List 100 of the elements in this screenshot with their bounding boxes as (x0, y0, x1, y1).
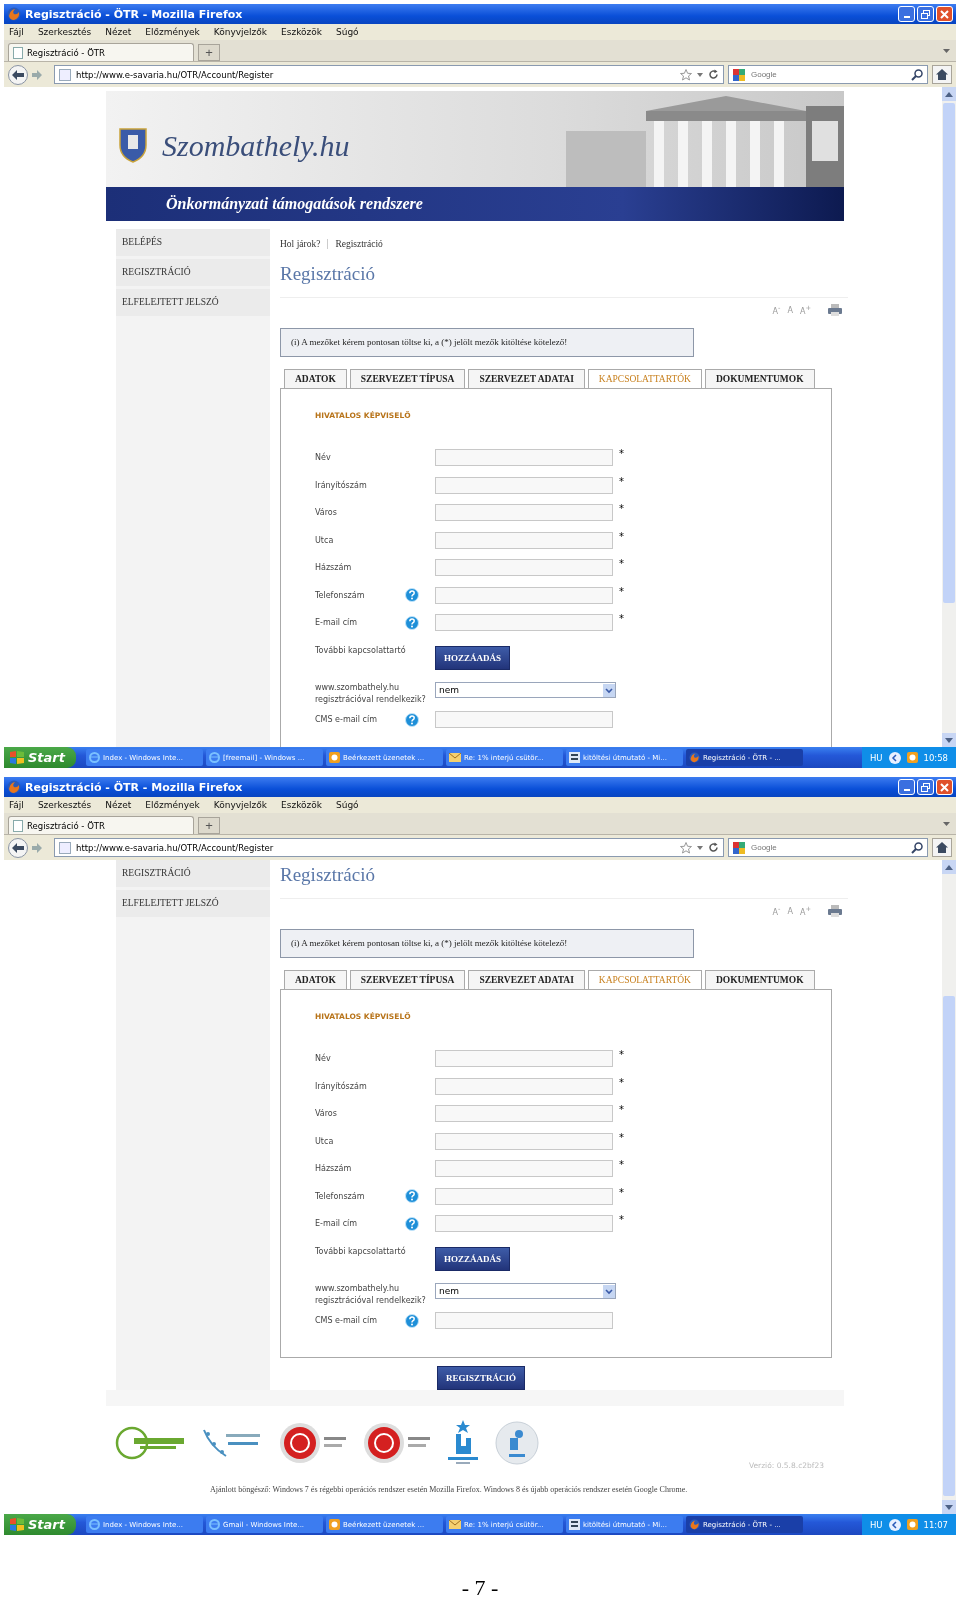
dropdown-icon[interactable] (697, 845, 703, 850)
scroll-down-icon[interactable] (945, 737, 953, 743)
browser-tab[interactable]: Regisztráció - ÖTR (8, 43, 194, 61)
back-button[interactable] (8, 837, 28, 858)
sidebar-item[interactable]: ELFELEJTETT JELSZÓ (116, 890, 270, 917)
text-field[interactable] (435, 1160, 613, 1177)
text-field[interactable] (435, 586, 613, 604)
scroll-up-icon[interactable] (945, 91, 953, 97)
tray-app-icon[interactable] (906, 752, 918, 763)
text-field[interactable] (435, 1187, 613, 1205)
scroll-thumb[interactable] (943, 103, 955, 603)
star-icon[interactable] (680, 841, 692, 854)
menu-item[interactable]: Könyvjelzők (213, 800, 268, 810)
sidebar-item[interactable]: REGISZTRÁCIÓ (116, 259, 270, 286)
address-bar[interactable]: http://www.e-savaria.hu/OTR/Account/Register (54, 65, 724, 84)
menu-item[interactable]: Eszközök (281, 800, 322, 810)
tray-app-icon[interactable] (906, 1519, 918, 1530)
dropdown-icon[interactable] (603, 683, 615, 697)
star-icon[interactable] (680, 68, 692, 81)
start-button[interactable]: Start (4, 1514, 76, 1535)
search-engine-icon[interactable] (733, 841, 747, 854)
new-tab-button[interactable]: + (198, 817, 220, 834)
menu-item[interactable]: Súgó (336, 27, 359, 37)
add-button[interactable]: HOZZÁADÁS (435, 1247, 510, 1271)
scrollbar[interactable] (942, 860, 956, 1514)
text-field[interactable] (435, 614, 613, 631)
scroll-thumb[interactable] (943, 996, 955, 1496)
browser-tab[interactable]: Regisztráció - ÖTR (8, 816, 194, 834)
home-button[interactable] (932, 838, 952, 857)
start-button[interactable]: Start (4, 747, 76, 768)
form-tab[interactable]: DOKUMENTUMOK (704, 369, 815, 388)
form-tab[interactable]: SZERVEZET TÍPUSA (349, 369, 466, 388)
back-button[interactable] (8, 64, 28, 85)
menu-item[interactable]: Szerkesztés (37, 800, 92, 810)
form-tab[interactable]: ADATOK (284, 970, 347, 989)
menu-item[interactable]: Előzmények (145, 27, 200, 37)
forward-icon[interactable] (32, 69, 42, 80)
sidebar-item[interactable]: ELFELEJTETT JELSZÓ (116, 289, 270, 316)
text-field[interactable] (435, 504, 613, 521)
help-icon[interactable] (405, 1189, 419, 1203)
maximize-button[interactable] (917, 6, 934, 22)
print-icon[interactable] (828, 304, 842, 316)
new-tab-button[interactable]: + (198, 44, 220, 61)
text-field[interactable] (435, 1215, 613, 1232)
print-icon[interactable] (828, 905, 842, 917)
help-icon[interactable] (405, 1313, 419, 1328)
menu-item[interactable]: Nézet (105, 800, 132, 810)
add-button[interactable]: HOZZÁADÁS (435, 646, 510, 670)
text-field[interactable] (435, 1312, 613, 1329)
close-button[interactable] (936, 6, 953, 22)
tab-list-icon[interactable] (943, 49, 950, 53)
menu-item[interactable]: Könyvjelzők (213, 27, 268, 37)
text-field[interactable] (435, 476, 613, 494)
text-field[interactable] (435, 449, 613, 466)
submit-button[interactable]: REGISZTRÁCIÓ (437, 1365, 526, 1390)
help-icon[interactable] (405, 588, 419, 602)
expand-tray-icon[interactable] (888, 751, 901, 764)
minimize-button[interactable] (898, 6, 915, 22)
search-icon[interactable] (911, 68, 923, 81)
tab-list-icon[interactable] (943, 822, 950, 826)
text-field[interactable] (435, 531, 613, 549)
search-engine-icon[interactable] (733, 68, 747, 81)
reload-icon[interactable] (708, 69, 719, 80)
site-logo[interactable]: Szombathely.hu (162, 129, 350, 163)
reload-icon[interactable] (708, 842, 719, 853)
form-tab[interactable]: DOKUMENTUMOK (704, 970, 815, 989)
form-tab[interactable]: ADATOK (284, 369, 347, 388)
help-icon[interactable] (405, 615, 419, 630)
search-bar[interactable]: Google (728, 65, 928, 84)
dropdown-icon[interactable] (603, 1284, 615, 1298)
menu-item[interactable]: Súgó (336, 800, 359, 810)
minimize-button[interactable] (898, 779, 915, 795)
search-bar[interactable]: Google (728, 838, 928, 857)
help-icon[interactable] (405, 712, 419, 727)
close-button[interactable] (936, 779, 953, 795)
help-icon[interactable] (405, 1216, 419, 1231)
select-field[interactable]: nem (435, 682, 616, 698)
text-field[interactable] (435, 1105, 613, 1122)
dropdown-icon[interactable] (697, 72, 703, 77)
search-icon[interactable] (911, 841, 923, 854)
scrollbar[interactable] (942, 87, 956, 747)
menu-item[interactable]: Fájl (9, 27, 24, 37)
menu-item[interactable]: Eszközök (281, 27, 322, 37)
text-field[interactable] (435, 559, 613, 576)
sidebar-item[interactable]: REGISZTRÁCIÓ (116, 860, 270, 887)
form-tab[interactable]: SZERVEZET TÍPUSA (349, 970, 466, 989)
scroll-up-icon[interactable] (945, 864, 953, 870)
select-field[interactable]: nem (435, 1283, 616, 1299)
form-tab[interactable]: SZERVEZET ADATAI (468, 970, 585, 989)
text-field[interactable] (435, 711, 613, 728)
menu-item[interactable]: Előzmények (145, 800, 200, 810)
scroll-down-icon[interactable] (945, 1504, 953, 1510)
address-bar[interactable]: http://www.e-savaria.hu/OTR/Account/Register (54, 838, 724, 857)
breadcrumb-link[interactable]: Regisztráció (335, 239, 383, 249)
text-field[interactable] (435, 1077, 613, 1095)
form-tab[interactable]: SZERVEZET ADATAI (468, 369, 585, 388)
forward-icon[interactable] (32, 842, 42, 853)
sidebar-item[interactable]: BELÉPÉS (116, 229, 270, 256)
maximize-button[interactable] (917, 779, 934, 795)
menu-item[interactable]: Nézet (105, 27, 132, 37)
